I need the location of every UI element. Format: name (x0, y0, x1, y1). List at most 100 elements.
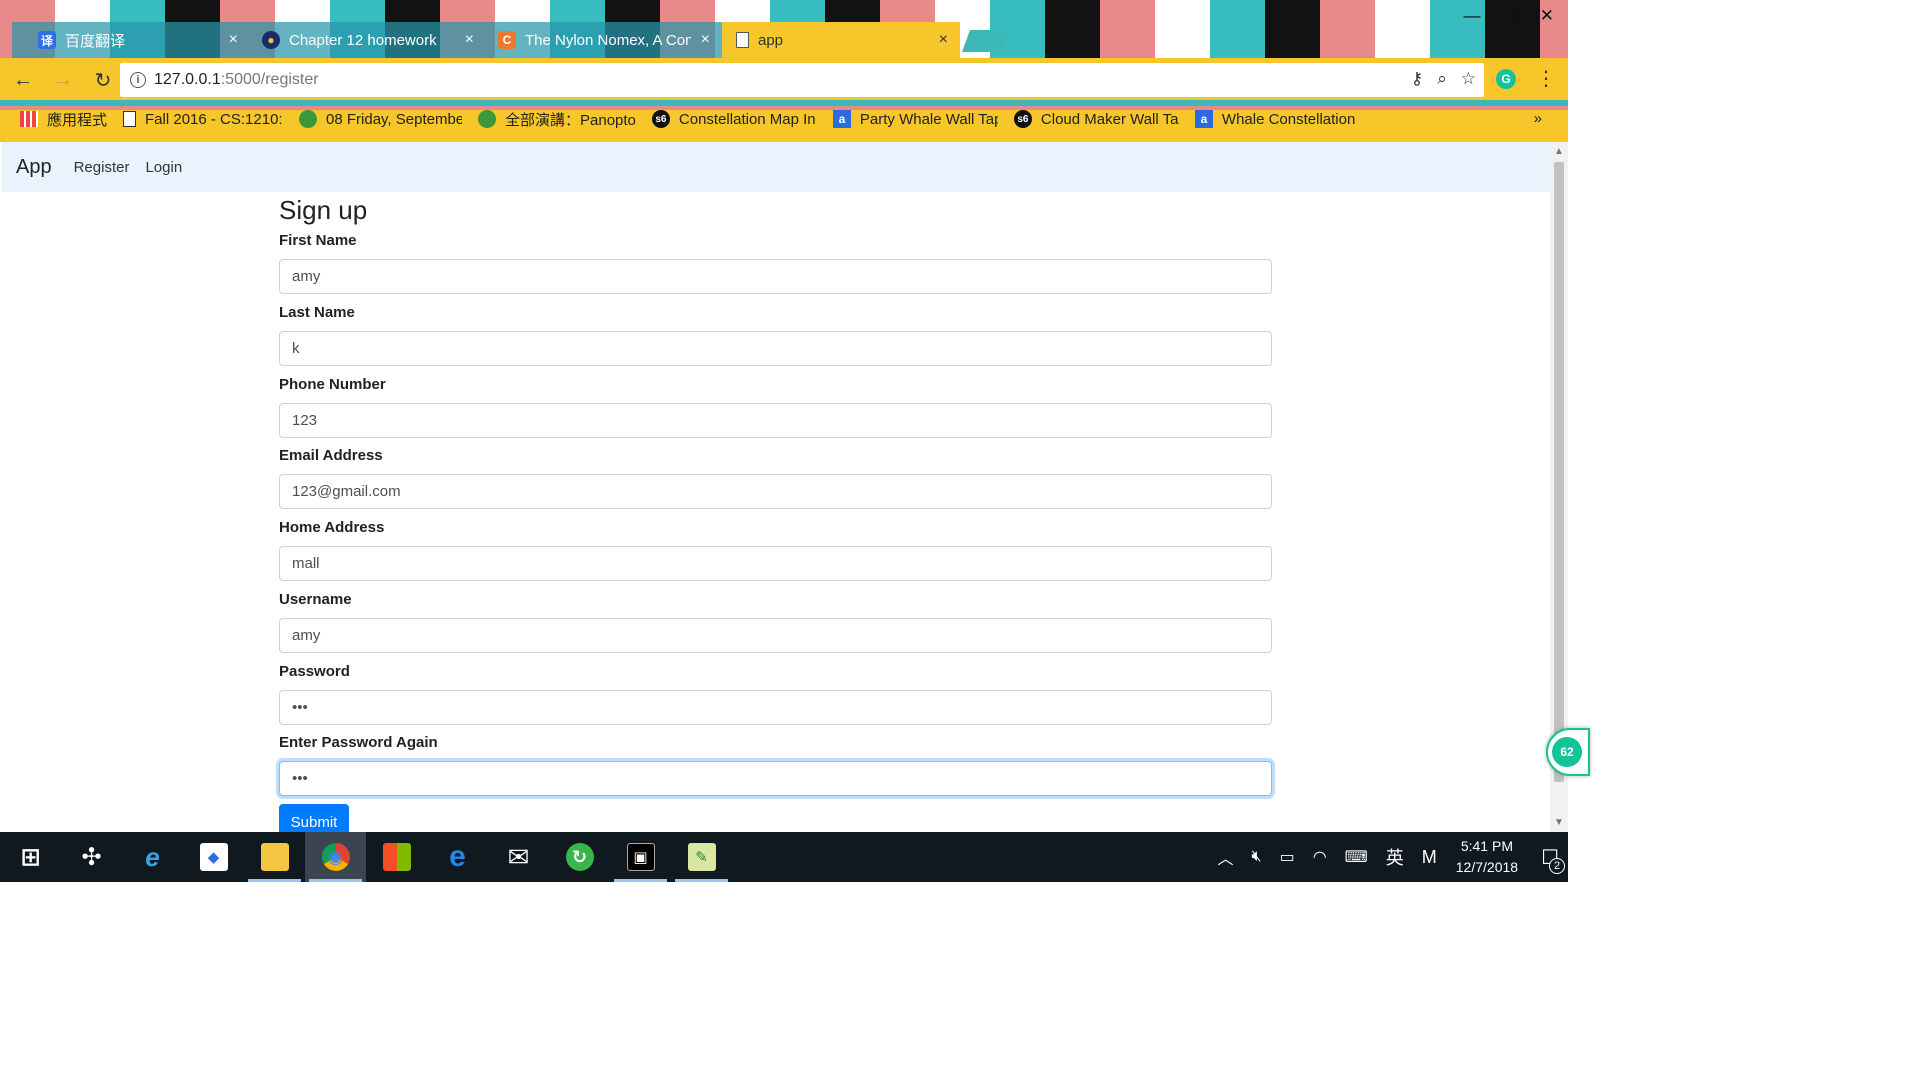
page-icon (736, 32, 749, 48)
bookmark-panopto[interactable]: 全部演講：Panopto (478, 109, 636, 130)
taskbar-internet-explorer[interactable]: e (122, 832, 183, 882)
username-input[interactable] (279, 618, 1272, 653)
menu-icon[interactable]: ⋮ (1536, 66, 1556, 91)
browser-toolbar: ← → ↻ i 127.0.0.1:5000/register ⚷ ⌕ ☆ G … (0, 58, 1568, 102)
taskbar-editor-app[interactable]: ✎ (671, 832, 732, 882)
tab-title: The Nylon Nomex, A Con (525, 31, 691, 49)
bookmark-label: Party Whale Wall Tap (859, 110, 998, 128)
bookmark-constellation-map[interactable]: s6 Constellation Map In (651, 110, 817, 128)
taskbar-mail[interactable]: ✉ (488, 832, 549, 882)
nav-link-register[interactable]: Register (74, 159, 130, 176)
signup-form: Sign up First Name Last Name Phone Numbe… (279, 192, 1272, 832)
grammarly-count: 62 (1552, 737, 1582, 767)
taskbar-file-explorer[interactable]: ▬ (244, 832, 305, 882)
bookmark-label: Constellation Map In (678, 110, 816, 128)
first-name-input[interactable] (279, 259, 1272, 294)
volume-muted-icon[interactable]: 🔇︎ (1251, 848, 1261, 866)
apps-grid-icon (20, 111, 38, 127)
zoom-icon[interactable]: ⌕ (1437, 69, 1447, 89)
bookmarks-overflow-button[interactable]: » (1534, 110, 1542, 127)
page-viewport: App Register Login Sign up First Name La… (0, 142, 1550, 832)
home-address-input[interactable] (279, 546, 1272, 581)
bookmark-whale-constellation[interactable]: a Whale Constellation (1194, 110, 1362, 128)
ime-language[interactable]: 英 (1386, 844, 1404, 870)
info-icon[interactable]: i (130, 72, 146, 88)
submit-button[interactable]: Submit (279, 804, 349, 832)
folder-icon: ▬ (260, 843, 289, 871)
grammarly-badge[interactable]: 62 (1546, 728, 1590, 776)
ime-mode[interactable]: M (1422, 847, 1437, 868)
taskbar-sync-app[interactable]: ↻ (549, 832, 610, 882)
bookmark-fall-2016[interactable]: Fall 2016 - CS:1210:0 (123, 111, 283, 128)
taskbar-fan-app[interactable]: ✣ (61, 832, 122, 882)
taskbar-visual-studio[interactable]: ◆ (183, 832, 244, 882)
tab-title: Chapter 12 homework (289, 31, 437, 49)
wifi-icon[interactable]: ◠ (1313, 847, 1327, 867)
chegg-icon: C (498, 31, 516, 49)
field-label: Phone Number (279, 376, 386, 393)
last-name-input[interactable] (279, 331, 1272, 366)
taskbar-store[interactable]: ■ (366, 832, 427, 882)
reload-icon[interactable]: ↻ (86, 63, 120, 97)
close-icon[interactable]: × (229, 31, 238, 49)
nav-link-login[interactable]: Login (145, 159, 182, 176)
field-password: Password (279, 663, 1272, 725)
tab-chapter-12[interactable]: ● Chapter 12 homework × (250, 22, 486, 58)
tab-app[interactable]: app × (722, 22, 960, 58)
back-icon[interactable]: ← (6, 63, 40, 97)
bookmark-party-whale[interactable]: a Party Whale Wall Tap (832, 110, 998, 128)
field-username: Username (279, 591, 1272, 653)
grammarly-extension-icon[interactable]: G (1496, 69, 1516, 89)
bookmark-label: Fall 2016 - CS:1210:0 (145, 110, 284, 128)
field-last-name: Last Name (279, 304, 1272, 366)
field-label: Username (279, 591, 352, 608)
taskbar-command-prompt[interactable]: ▣ (610, 832, 671, 882)
field-label: Home Address (279, 519, 385, 536)
society6-icon: s6 (1013, 110, 1032, 128)
confirm-password-input[interactable] (279, 761, 1272, 796)
notification-center-icon[interactable]: ☐ 2 (1541, 845, 1565, 874)
taskbar-chrome[interactable]: ◉ (305, 832, 366, 882)
scroll-down-arrow-icon[interactable]: ▼ (1554, 817, 1564, 828)
password-input[interactable] (279, 690, 1272, 725)
field-phone: Phone Number (279, 376, 1272, 438)
new-tab-button[interactable] (961, 30, 1011, 52)
taskbar-edge[interactable]: e (427, 832, 488, 882)
omnibox-actions: ⚷ ⌕ ☆ (1411, 69, 1476, 89)
close-icon[interactable]: × (701, 31, 710, 49)
mail-icon: ✉ (507, 841, 530, 872)
email-input[interactable] (279, 474, 1272, 509)
forward-icon[interactable]: → (46, 63, 80, 97)
scroll-thumb[interactable] (1554, 162, 1564, 782)
edge-icon: e (449, 840, 466, 873)
clock[interactable]: 5:41 PM 12/7/2018 (1456, 836, 1518, 878)
tab-strip: 译 百度翻译 × ● Chapter 12 homework × C The N… (0, 22, 1568, 58)
store-icon: ■ (382, 843, 411, 871)
fan-icon: ✣ (81, 843, 102, 871)
field-email: Email Address (279, 447, 1272, 509)
bookmark-friday[interactable]: 08 Friday, September (299, 110, 462, 128)
keyboard-icon[interactable]: ⌨ (1345, 847, 1368, 867)
internet-explorer-icon: e (145, 841, 160, 872)
bookmark-label: 全部演講：Panopto (505, 111, 636, 129)
field-home-address: Home Address (279, 519, 1272, 581)
star-icon[interactable]: ☆ (1461, 69, 1476, 89)
phone-input[interactable] (279, 403, 1272, 438)
close-icon[interactable]: × (465, 31, 474, 49)
field-first-name: First Name (279, 232, 1272, 294)
chevron-up-icon[interactable]: ︿ (1217, 845, 1233, 869)
start-button[interactable]: ⊞ (0, 832, 61, 882)
bookmark-label: Whale Constellation (1221, 110, 1356, 128)
scroll-up-arrow-icon[interactable]: ▲ (1554, 146, 1564, 157)
navbar-brand[interactable]: App (16, 156, 52, 179)
bookmark-cloud-maker[interactable]: s6 Cloud Maker Wall Tap (1013, 110, 1179, 128)
key-icon[interactable]: ⚷ (1411, 69, 1423, 89)
editor-icon: ✎ (687, 843, 716, 871)
terminal-icon: ▣ (626, 843, 655, 871)
tab-nylon-nomex[interactable]: C The Nylon Nomex, A Con × (486, 22, 722, 58)
battery-icon[interactable]: ▭ (1280, 847, 1295, 867)
close-icon[interactable]: × (939, 31, 948, 49)
address-bar[interactable]: i 127.0.0.1:5000/register ⚷ ⌕ ☆ (120, 63, 1484, 97)
tab-baidu-translate[interactable]: 译 百度翻译 × (12, 22, 250, 58)
bookmark-apps[interactable]: 應用程式 (20, 109, 107, 130)
